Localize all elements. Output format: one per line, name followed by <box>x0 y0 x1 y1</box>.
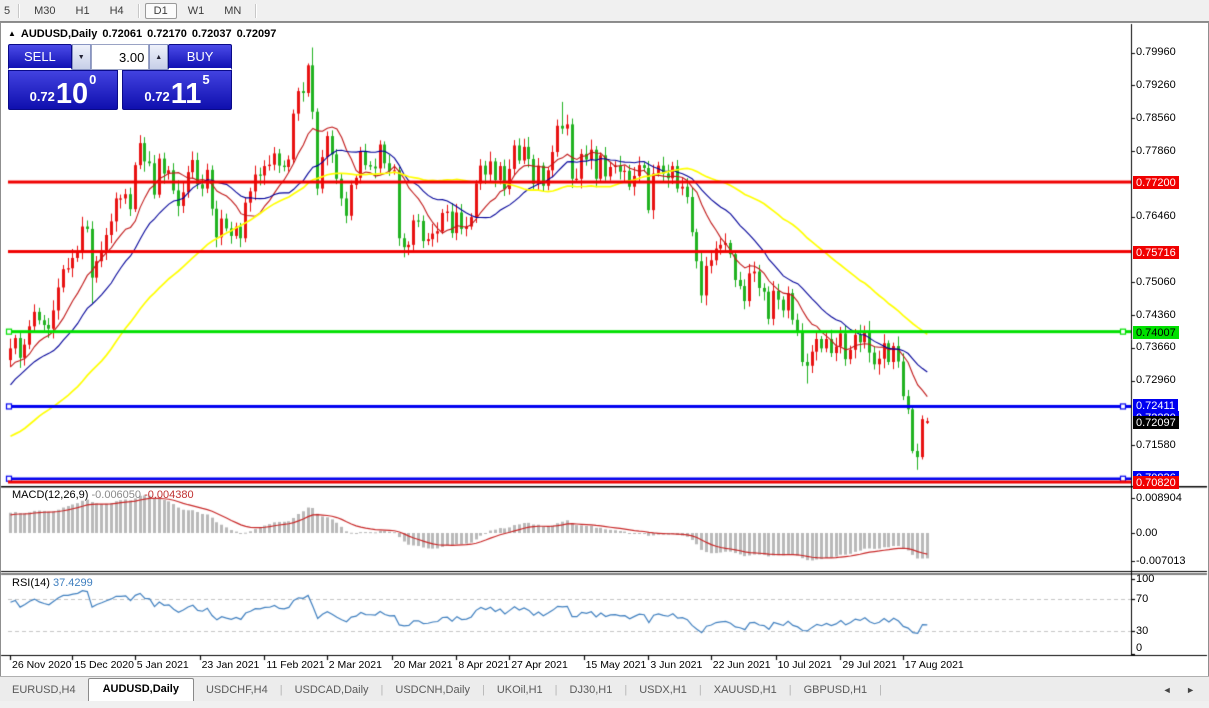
rsi-name: RSI(14) <box>12 577 50 589</box>
collapse-triangle-icon[interactable]: ▲ <box>8 29 16 38</box>
ohlc-low: 0.72037 <box>192 28 232 40</box>
date-tick-label: 27 Apr 2021 <box>511 659 568 671</box>
volume-up-button[interactable]: ▲ <box>149 44 168 70</box>
timeframe-button-mn[interactable]: MN <box>215 3 250 19</box>
price-tick-label: 0.74360 <box>1136 309 1176 322</box>
timeframe-button-d1[interactable]: D1 <box>145 3 177 19</box>
price-tick-label: 0.76460 <box>1136 210 1176 223</box>
chart-tab-ukoil[interactable]: UKOil,H1 <box>485 680 555 701</box>
chart-tab-gbpusd[interactable]: GBPUSD,H1 <box>792 680 880 701</box>
timeframe-button-h1[interactable]: H1 <box>67 3 99 19</box>
date-tick-label: 23 Jan 2021 <box>202 659 260 671</box>
buy-price-base: 0.72 <box>144 89 169 104</box>
hline-price-label: 0.72411 <box>1133 399 1178 412</box>
chart-tab-dj30[interactable]: DJ30,H1 <box>558 680 625 701</box>
timeframe-button-w1[interactable]: W1 <box>179 3 214 19</box>
date-tick-label: 20 Mar 2021 <box>394 659 453 671</box>
macd-value-main: -0.006050 <box>91 489 141 501</box>
chart-tab-audusd[interactable]: AUDUSD,Daily <box>88 678 194 701</box>
rsi-axis-label: 100 <box>1136 573 1154 586</box>
volume-input[interactable]: 3.00 <box>91 44 150 70</box>
macd-value-signal: -0.004380 <box>144 489 194 501</box>
price-tick-label: 0.79960 <box>1136 46 1176 59</box>
ohlc-close: 0.72097 <box>237 28 277 40</box>
volume-down-button[interactable]: ▼ <box>72 44 91 70</box>
mt4-workspace: 5 M30H1H4 D1W1MN ▲ AUDUSD,Daily 0.72061 0.… <box>0 0 1209 708</box>
macd-axis-label: -0.007013 <box>1136 555 1186 568</box>
timeframe-toolbar: 5 M30H1H4 D1W1MN <box>0 0 1209 22</box>
sell-price-base: 0.72 <box>30 89 55 104</box>
date-tick-label: 2 Mar 2021 <box>329 659 382 671</box>
rsi-axis-label: 70 <box>1136 593 1148 606</box>
chart-symbol: AUDUSD,Daily <box>21 28 97 40</box>
date-tick-label: 5 Jan 2021 <box>137 659 189 671</box>
hline-price-label: 0.75716 <box>1133 246 1179 259</box>
buy-price-display[interactable]: 0.72 11 5 <box>122 70 232 110</box>
chart-tab-usdcnh[interactable]: USDCNH,Daily <box>383 680 482 701</box>
chart-tab-eurusd[interactable]: EURUSD,H4 <box>0 680 88 701</box>
date-tick-label: 29 Jul 2021 <box>842 659 896 671</box>
price-tick-label: 0.75060 <box>1136 276 1176 289</box>
rsi-axis-label: 0 <box>1136 642 1142 655</box>
macd-axis-label: 0.008904 <box>1136 492 1182 505</box>
current-price-label: 0.72097 <box>1133 416 1179 429</box>
macd-name: MACD(12,26,9) <box>12 489 88 501</box>
toolbar-separator <box>18 4 20 18</box>
timeframe-button-h4[interactable]: H4 <box>101 3 133 19</box>
price-tick-label: 0.78560 <box>1136 112 1176 125</box>
rsi-label: RSI(14) 37.4299 <box>12 577 93 589</box>
price-tick-label: 0.79260 <box>1136 79 1176 92</box>
toolbar-separator <box>255 4 257 18</box>
chart-tab-usdx[interactable]: USDX,H1 <box>627 680 699 701</box>
rsi-value: 37.4299 <box>53 577 93 589</box>
date-tick-label: 10 Jul 2021 <box>778 659 832 671</box>
date-tick-label: 3 Jun 2021 <box>650 659 702 671</box>
macd-axis-label: 0.00 <box>1136 527 1157 540</box>
chart-tab-xauusd[interactable]: XAUUSD,H1 <box>702 680 789 701</box>
one-click-trade-panel: SELL ▼ 3.00 ▲ BUY 0.72 10 0 0.72 11 5 <box>8 44 232 110</box>
chart-tab-usdchf[interactable]: USDCHF,H4 <box>194 680 280 701</box>
ohlc-open: 0.72061 <box>102 28 142 40</box>
price-tick-label: 0.72960 <box>1136 374 1176 387</box>
toolbar-separator <box>138 4 140 18</box>
sell-price-display[interactable]: 0.72 10 0 <box>8 70 118 110</box>
sell-price-big: 10 <box>56 81 88 107</box>
date-tick-label: 26 Nov 2020 <box>12 659 72 671</box>
timeframe-button-5[interactable]: 5 <box>1 3 13 19</box>
sell-price-sup: 0 <box>89 72 96 87</box>
chart-title: ▲ AUDUSD,Daily 0.72061 0.72170 0.72037 0… <box>8 26 282 41</box>
date-tick-label: 15 Dec 2020 <box>74 659 134 671</box>
macd-label: MACD(12,26,9) -0.006050 -0.004380 <box>12 489 194 501</box>
date-tick-label: 15 May 2021 <box>586 659 647 671</box>
price-tick-label: 0.71580 <box>1136 439 1176 452</box>
sell-button[interactable]: SELL <box>8 44 72 70</box>
chart-tab-usdcad[interactable]: USDCAD,Daily <box>283 680 381 701</box>
tab-scroll-arrows[interactable]: ◄ ► <box>1163 685 1201 701</box>
date-tick-label: 22 Jun 2021 <box>713 659 771 671</box>
rsi-axis-label: 30 <box>1136 625 1148 638</box>
price-tick-label: 0.73660 <box>1136 341 1176 354</box>
date-tick-label: 17 Aug 2021 <box>905 659 964 671</box>
buy-price-sup: 5 <box>202 72 209 87</box>
hline-price-label: 0.77200 <box>1133 176 1179 189</box>
ohlc-high: 0.72170 <box>147 28 187 40</box>
tab-separator: | <box>879 684 882 701</box>
buy-button[interactable]: BUY <box>168 44 232 70</box>
date-tick-label: 11 Feb 2021 <box>266 659 324 671</box>
chart-tab-bar: EURUSD,H4AUDUSD,DailyUSDCHF,H4 | USDCAD,Da… <box>0 676 1209 701</box>
date-tick-label: 8 Apr 2021 <box>458 659 509 671</box>
hline-price-label: 0.74007 <box>1133 326 1179 339</box>
buy-price-big: 11 <box>171 81 202 107</box>
timeframe-button-m30[interactable]: M30 <box>25 3 64 19</box>
hline-price-label: 0.70820 <box>1133 476 1179 489</box>
price-tick-label: 0.77860 <box>1136 145 1176 158</box>
